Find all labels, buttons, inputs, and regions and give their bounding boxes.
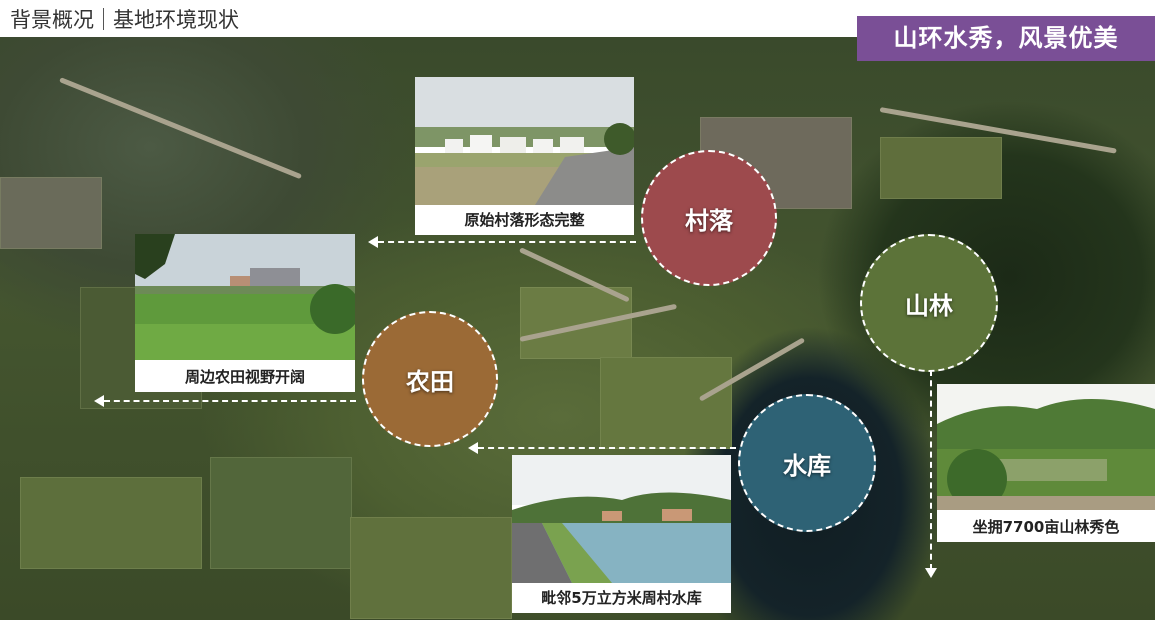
photo-farmland: 周边农田视野开阔 xyxy=(135,234,355,392)
field-patch xyxy=(520,287,632,359)
caption-farmland: 周边农田视野开阔 xyxy=(135,362,355,392)
title-label: 基地环境现状 xyxy=(113,8,239,32)
arrow-left-icon xyxy=(94,395,104,407)
connector-village xyxy=(378,241,636,243)
reservoir-image xyxy=(512,455,731,583)
caption-reservoir: 毗邻5万立方米周村水库 xyxy=(512,583,731,613)
photo-forest: 坐拥7700亩山林秀色 xyxy=(937,384,1155,542)
village-patch xyxy=(0,177,102,249)
village-image xyxy=(415,77,634,205)
circle-reservoir-label: 水库 xyxy=(783,451,831,480)
circle-forest-label: 山林 xyxy=(905,291,953,320)
road xyxy=(59,77,303,180)
connector-forest xyxy=(930,370,932,570)
caption-village: 原始村落形态完整 xyxy=(415,205,634,235)
circle-reservoir: 水库 xyxy=(738,394,876,532)
field-patch xyxy=(600,357,732,449)
section-label: 背景概况 xyxy=(10,8,94,32)
field-patch xyxy=(210,457,352,569)
farmland-image xyxy=(135,234,355,360)
connector-farmland xyxy=(104,400,356,402)
circle-farmland: 农田 xyxy=(362,311,498,447)
field-patch xyxy=(880,137,1002,199)
arrow-left-icon xyxy=(368,236,378,248)
page-title: 背景概况 基地环境现状 xyxy=(10,4,239,34)
slogan-banner: 山环水秀，风景优美 xyxy=(857,16,1155,61)
arrow-left-icon xyxy=(468,442,478,454)
circle-farmland-label: 农田 xyxy=(406,367,454,396)
forest-image xyxy=(937,384,1155,510)
caption-forest: 坐拥7700亩山林秀色 xyxy=(937,512,1155,542)
circle-village: 村落 xyxy=(641,150,777,286)
connector-reservoir xyxy=(478,447,736,449)
photo-reservoir: 毗邻5万立方米周村水库 xyxy=(512,455,731,613)
photo-village: 原始村落形态完整 xyxy=(415,77,634,235)
field-patch xyxy=(350,517,512,619)
circle-forest: 山林 xyxy=(860,234,998,372)
field-patch xyxy=(20,477,202,569)
arrow-down-icon xyxy=(925,568,937,578)
circle-village-label: 村落 xyxy=(685,206,733,235)
title-separator xyxy=(103,8,104,30)
